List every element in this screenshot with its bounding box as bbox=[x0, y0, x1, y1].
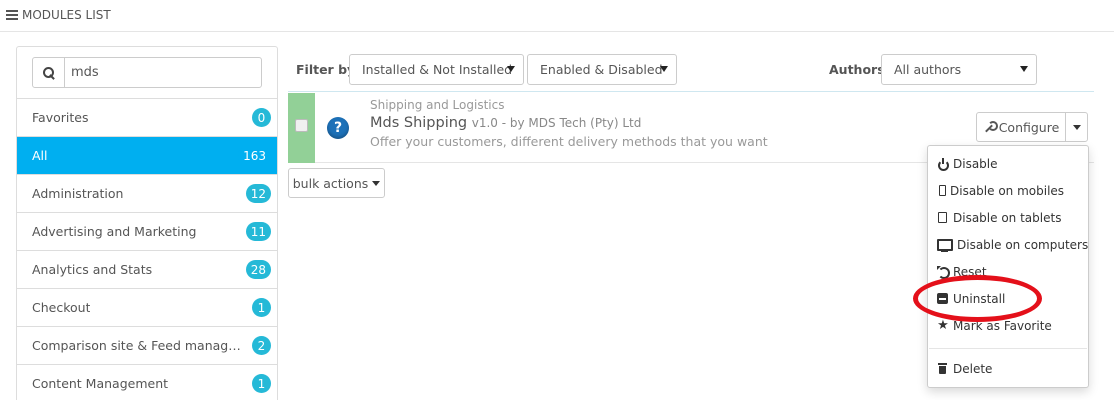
search-icon-button[interactable] bbox=[33, 58, 65, 87]
tablet-icon bbox=[937, 212, 949, 224]
chevron-down-icon bbox=[1072, 124, 1081, 130]
search-icon bbox=[42, 66, 55, 79]
module-actions-toggle[interactable] bbox=[1065, 112, 1088, 142]
chevron-down-icon bbox=[372, 180, 381, 186]
menu-divider bbox=[929, 348, 1087, 349]
category-favorites[interactable]: Favorites 0 bbox=[17, 99, 277, 137]
category-content-management[interactable]: Content Management 1 bbox=[17, 365, 277, 400]
category-label: Checkout bbox=[32, 300, 91, 315]
module-actions-menu: Disable Disable on mobiles Disable on ta… bbox=[927, 145, 1089, 388]
category-comparison-site[interactable]: Comparison site & Feed manageme... 2 bbox=[17, 327, 277, 365]
menu-item-label: Delete bbox=[953, 362, 993, 376]
page-title: MODULES LIST bbox=[22, 8, 111, 22]
wrench-icon bbox=[983, 121, 998, 133]
page-header: MODULES LIST bbox=[0, 0, 1114, 32]
category-label: Advertising and Marketing bbox=[32, 224, 197, 239]
module-name: Mds Shipping bbox=[370, 115, 468, 131]
list-icon bbox=[6, 10, 18, 20]
menu-item-mark-as-favorite[interactable]: ★ Mark as Favorite bbox=[937, 319, 1052, 333]
category-count-badge: 12 bbox=[245, 184, 271, 203]
search-input[interactable] bbox=[65, 65, 255, 80]
menu-item-uninstall[interactable]: Uninstall bbox=[937, 292, 1005, 306]
category-count-badge: 163 bbox=[238, 146, 271, 165]
chevron-down-icon bbox=[1020, 66, 1028, 72]
module-category: Shipping and Logistics bbox=[370, 98, 505, 112]
category-count-badge: 1 bbox=[252, 298, 271, 317]
category-label: Content Management bbox=[32, 376, 169, 391]
module-checkbox[interactable] bbox=[295, 119, 308, 132]
category-label: Favorites bbox=[32, 110, 89, 125]
reset-icon bbox=[937, 266, 950, 279]
menu-item-delete[interactable]: Delete bbox=[937, 362, 992, 376]
bulk-actions-button[interactable]: bulk actions bbox=[288, 168, 385, 198]
menu-item-disable[interactable]: Disable bbox=[937, 157, 998, 171]
trash-icon bbox=[937, 363, 949, 375]
module-description: Offer your customers, different delivery… bbox=[370, 134, 768, 149]
module-name-line: Mds Shipping v1.0 - by MDS Tech (Pty) Lt… bbox=[370, 115, 641, 131]
filter-bar: Filter by Installed & Not Installed Enab… bbox=[288, 54, 1094, 92]
menu-item-label: Mark as Favorite bbox=[953, 319, 1052, 333]
install-status-value: Installed & Not Installed bbox=[362, 62, 513, 77]
authors-value: All authors bbox=[894, 62, 962, 77]
desktop-icon bbox=[937, 239, 953, 252]
page-title-wrap: MODULES LIST bbox=[6, 8, 111, 22]
category-advertising-and-marketing[interactable]: Advertising and Marketing 11 bbox=[17, 213, 277, 251]
menu-item-label: Uninstall bbox=[953, 292, 1006, 306]
category-sidebar: Favorites 0 All 163 Administration 12 Ad… bbox=[16, 46, 278, 400]
category-administration[interactable]: Administration 12 bbox=[17, 175, 277, 213]
question-glyph: ? bbox=[333, 120, 343, 136]
menu-item-reset[interactable]: Reset bbox=[937, 265, 987, 279]
authors-select[interactable]: All authors bbox=[881, 54, 1037, 85]
menu-item-disable-on-mobiles[interactable]: Disable on mobiles bbox=[937, 184, 1064, 198]
module-enabled-strip bbox=[288, 93, 315, 163]
minus-square-icon bbox=[937, 293, 949, 305]
menu-item-label: Disable on computers bbox=[957, 238, 1089, 252]
category-all[interactable]: All 163 bbox=[17, 137, 277, 175]
menu-item-label: Disable on tablets bbox=[953, 211, 1062, 225]
category-analytics-and-stats[interactable]: Analytics and Stats 28 bbox=[17, 251, 277, 289]
category-count-badge: 28 bbox=[245, 260, 271, 279]
category-checkout[interactable]: Checkout 1 bbox=[17, 289, 277, 327]
question-icon: ? bbox=[327, 117, 349, 139]
category-label: Comparison site & Feed manageme... bbox=[32, 338, 244, 353]
configure-button[interactable]: Configure bbox=[976, 112, 1066, 142]
star-icon: ★ bbox=[937, 318, 949, 333]
menu-item-label: Reset bbox=[953, 265, 987, 279]
search-box bbox=[32, 57, 262, 88]
category-count-badge: 2 bbox=[252, 336, 271, 355]
chevron-down-icon bbox=[660, 66, 668, 72]
power-icon bbox=[937, 158, 949, 171]
enable-status-select[interactable]: Enabled & Disabled bbox=[527, 54, 677, 85]
menu-item-label: Disable bbox=[953, 157, 998, 171]
category-count-badge: 1 bbox=[252, 374, 271, 393]
chevron-down-icon bbox=[507, 66, 515, 72]
category-label: Analytics and Stats bbox=[32, 262, 153, 277]
filter-by-label: Filter by bbox=[296, 62, 356, 77]
category-label: Administration bbox=[32, 186, 124, 201]
module-version: v1.0 - by MDS Tech (Pty) Ltd bbox=[471, 116, 642, 130]
configure-label: Configure bbox=[998, 119, 1060, 135]
menu-item-label: Disable on mobiles bbox=[950, 184, 1065, 198]
authors-label: Authors bbox=[829, 62, 885, 77]
mobile-icon bbox=[937, 185, 946, 197]
search-area bbox=[17, 47, 277, 99]
menu-item-disable-on-tablets[interactable]: Disable on tablets bbox=[937, 211, 1061, 225]
category-label: All bbox=[32, 148, 48, 163]
install-status-select[interactable]: Installed & Not Installed bbox=[349, 54, 524, 85]
menu-item-disable-on-computers[interactable]: Disable on computers bbox=[937, 238, 1088, 252]
category-count-badge: 11 bbox=[245, 222, 271, 241]
category-count-badge: 0 bbox=[252, 108, 271, 127]
enable-status-value: Enabled & Disabled bbox=[540, 62, 663, 77]
bulk-actions-label: bulk actions bbox=[292, 175, 369, 191]
